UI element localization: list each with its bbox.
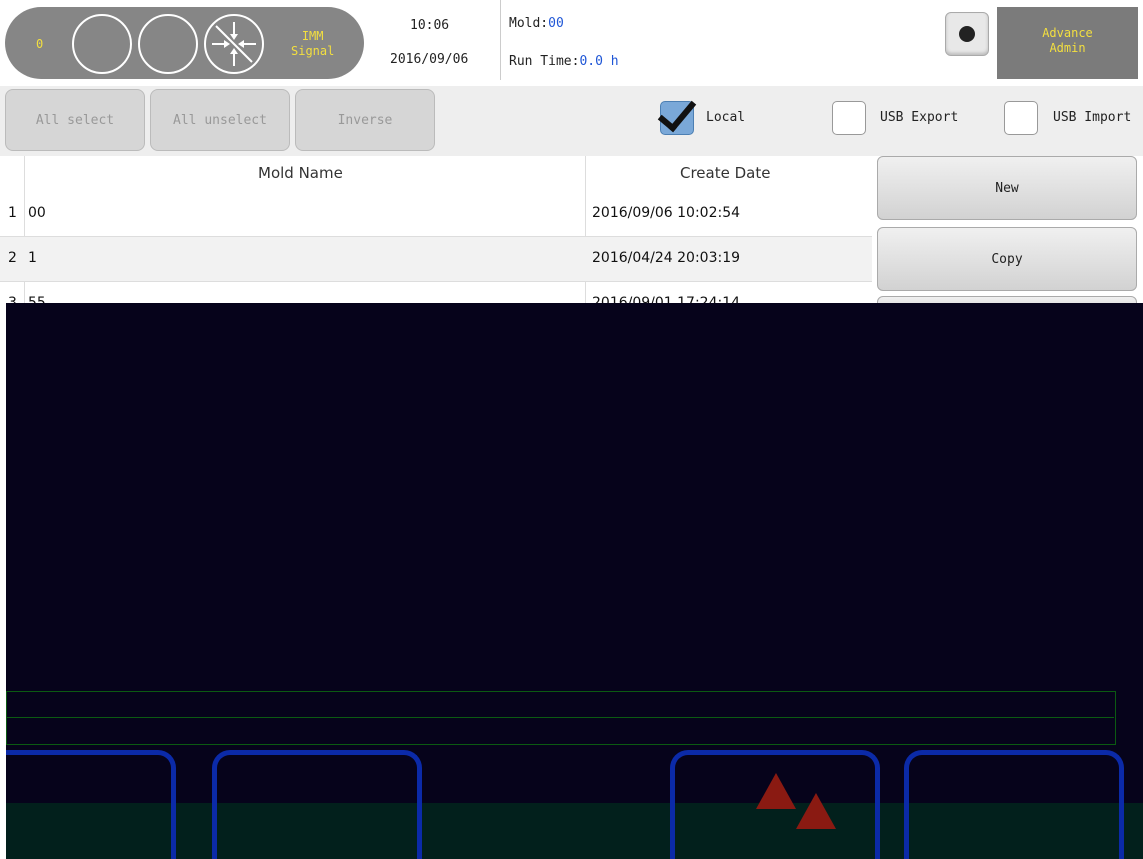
checkmark-icon (657, 91, 697, 133)
imm-signal-label: IMM Signal (291, 29, 334, 59)
clock-date: 2016/09/06 (390, 52, 469, 67)
mold-info: Mold:00 Run Time:0.0 h (500, 0, 943, 80)
usb-import-checkbox[interactable] (1004, 101, 1038, 135)
signal-lamp-1 (72, 14, 132, 74)
create-date: 2016/04/24 20:03:19 (592, 250, 741, 266)
column-header-create-date[interactable]: Create Date (680, 164, 770, 182)
warning-triangle-icon (796, 793, 836, 829)
status-bar: 0 IMM Signal 10:06 2016/09/06 Mold:00 Ru… (0, 0, 1143, 87)
inverse-button[interactable]: Inverse (295, 89, 435, 151)
clock-time: 10:06 (410, 18, 450, 33)
imm-signal-icon (204, 14, 264, 74)
copy-mold-button[interactable]: Copy (877, 227, 1137, 291)
all-unselect-button[interactable]: All unselect (150, 89, 290, 151)
camera-icon (959, 26, 975, 42)
user-level: Advance (1042, 26, 1093, 40)
usb-export-label: USB Export (880, 110, 959, 125)
local-label: Local (706, 110, 746, 125)
column-header-mold-name[interactable]: Mold Name (258, 164, 343, 182)
alarm-signal-pill: 0 IMM Signal (5, 7, 364, 79)
usb-import-label: USB Import (1053, 110, 1132, 125)
signal-lamp-2 (138, 14, 198, 74)
mold-value: 00 (548, 16, 564, 31)
green-band-line (6, 717, 1114, 718)
blue-frame-1 (6, 750, 176, 859)
row-number: 2 (8, 250, 17, 266)
blue-frame-2 (212, 750, 422, 859)
selection-toolbar: All select All unselect Inverse Local US… (0, 86, 1143, 156)
mold-label: Mold: (509, 16, 549, 31)
blue-frame-4 (904, 750, 1124, 859)
runtime-label: Run Time: (509, 54, 580, 69)
corrupted-display-region (6, 303, 1143, 859)
new-mold-button[interactable]: New (877, 156, 1137, 220)
user-level-button[interactable]: Advance Admin (997, 7, 1138, 79)
mold-name: 00 (28, 205, 46, 221)
table-row[interactable]: 2 1 2016/04/24 20:03:19 (0, 237, 872, 281)
mold-name: 1 (28, 250, 37, 266)
create-date: 2016/09/06 10:02:54 (592, 205, 741, 221)
alarm-count: 0 (36, 37, 44, 51)
green-band (6, 691, 1116, 745)
all-select-button[interactable]: All select (5, 89, 145, 151)
usb-export-checkbox[interactable] (832, 101, 866, 135)
local-checkbox[interactable] (657, 91, 697, 135)
imm-signal-line2: Signal (291, 44, 335, 58)
screenshot-button[interactable] (945, 12, 989, 56)
row-number: 1 (8, 205, 17, 221)
imm-signal-line1: IMM (301, 29, 324, 43)
table-row[interactable]: 1 00 2016/09/06 10:02:54 (0, 192, 872, 236)
runtime-value: 0.0 h (579, 54, 619, 69)
mold-table: Mold Name Create Date 1 00 2016/09/06 10… (0, 156, 872, 311)
warning-triangle-icon (756, 773, 796, 809)
user-role: Admin (1049, 41, 1086, 55)
mold-line: Mold:00 (509, 16, 564, 31)
runtime-line: Run Time:0.0 h (509, 54, 619, 69)
